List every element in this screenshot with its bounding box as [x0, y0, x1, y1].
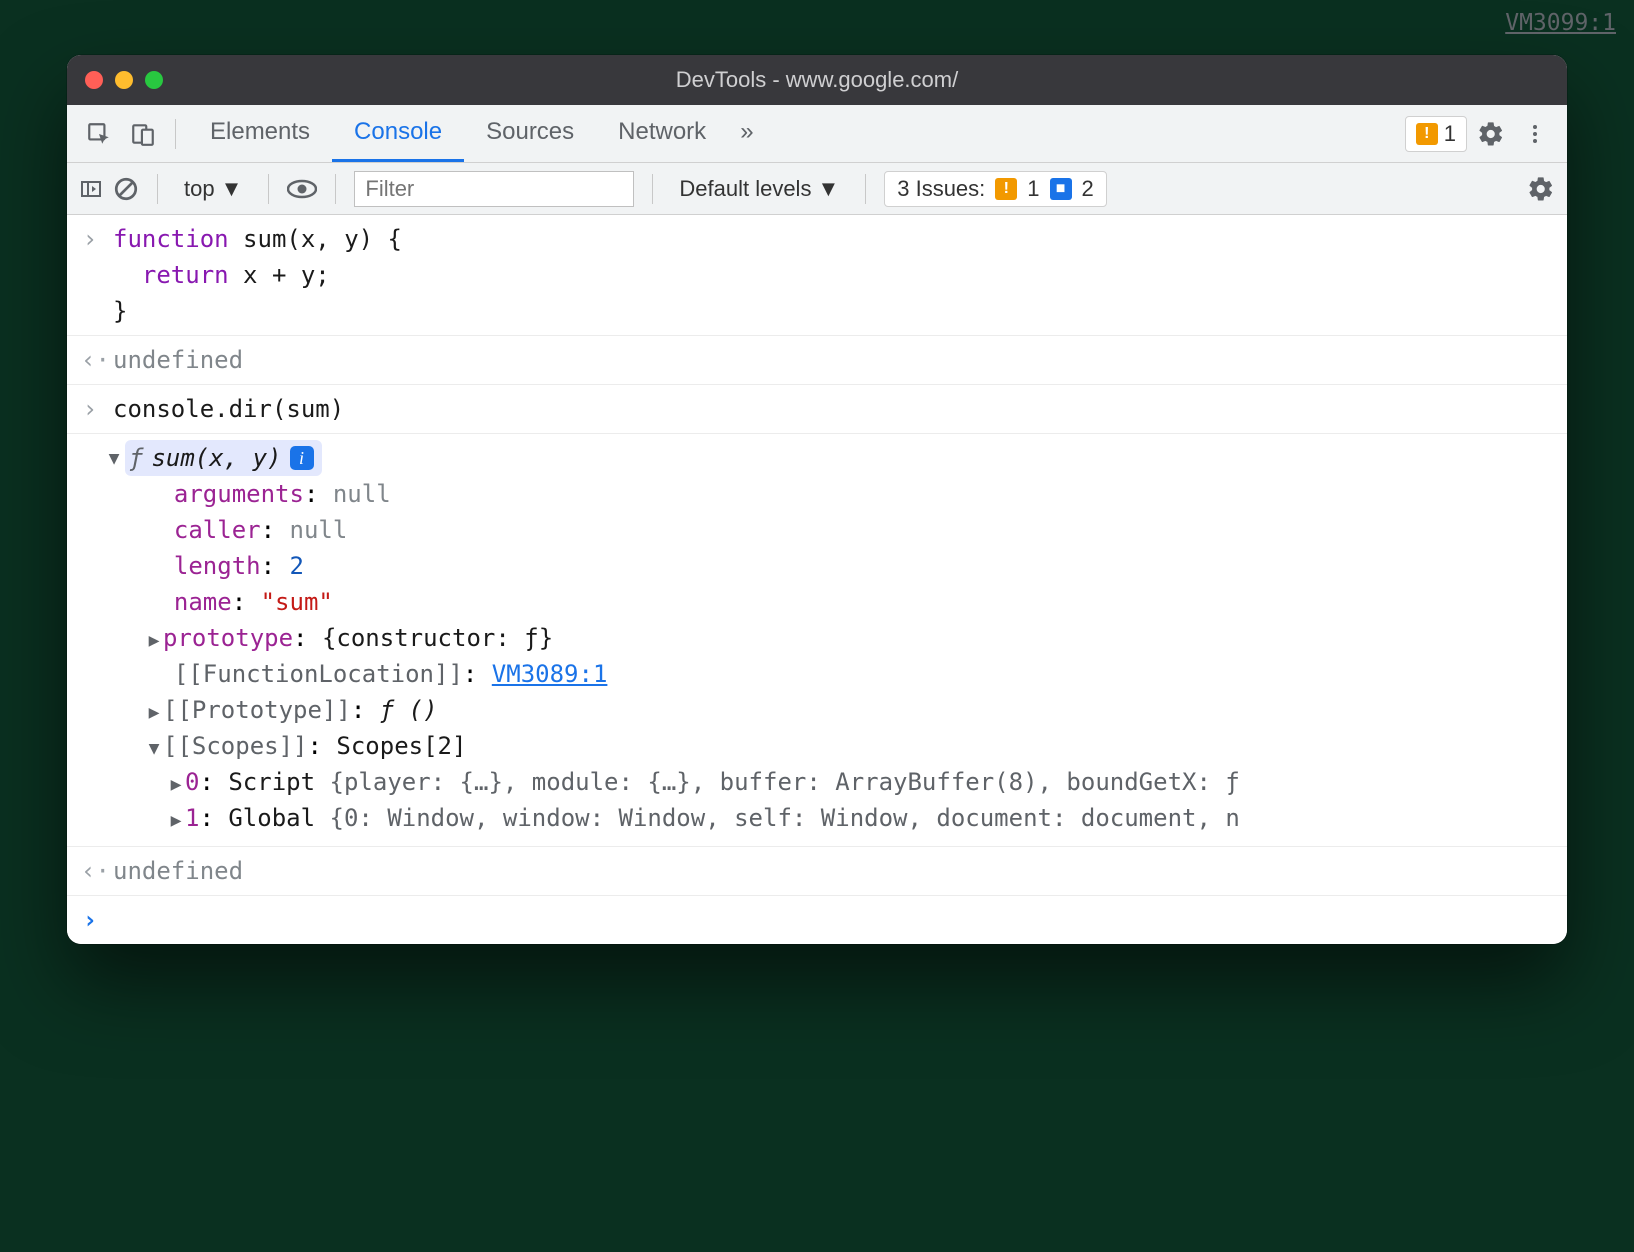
vm-source-link[interactable]: VM3089:1 [492, 660, 608, 688]
window-controls [85, 71, 163, 89]
info-icon: ■ [1050, 178, 1072, 200]
expand-toggle-icon[interactable] [145, 735, 163, 762]
panel-tabs: Elements Console Sources Network » [188, 105, 766, 162]
issues-label: 3 Issues: [897, 176, 985, 202]
console-input-row[interactable]: › console.dir(sum) [67, 385, 1567, 434]
chevron-down-icon: ▼ [221, 176, 243, 202]
function-signature: sum(x, y) [151, 440, 281, 476]
warn-count: 1 [1027, 176, 1039, 202]
filter-input[interactable] [354, 171, 634, 207]
issues-count: 1 [1444, 121, 1456, 147]
expand-toggle-icon[interactable] [145, 627, 163, 654]
window-title: DevTools - www.google.com/ [67, 67, 1567, 93]
property-row[interactable]: prototype: {constructor: ƒ} [145, 620, 1553, 656]
levels-label: Default levels [679, 176, 811, 202]
output-value: undefined [113, 853, 1553, 889]
console-output: › function sum(x, y) { return x + y; } ‹… [67, 215, 1567, 944]
main-toolbar: Elements Console Sources Network » ! 1 [67, 105, 1567, 163]
property-row[interactable]: arguments: null [145, 476, 1553, 512]
expand-toggle-icon[interactable] [167, 771, 185, 798]
expand-toggle-icon[interactable] [167, 807, 185, 834]
more-tabs-button[interactable]: » [728, 105, 765, 162]
subbar-divider [157, 174, 158, 204]
prompt-input[interactable] [113, 902, 1553, 938]
context-selector[interactable]: top ▼ [176, 172, 250, 206]
device-toolbar-icon[interactable] [123, 114, 163, 154]
issues-counter-button[interactable]: ! 1 [1405, 116, 1467, 152]
tab-network[interactable]: Network [596, 105, 728, 162]
kebab-menu-icon[interactable] [1515, 114, 1555, 154]
scopes-list: 0: Script {player: {…}, module: {…}, buf… [167, 764, 1553, 836]
sidebar-toggle-icon[interactable] [79, 177, 103, 201]
clear-console-icon[interactable] [113, 176, 139, 202]
info-count: 2 [1082, 176, 1094, 202]
zoom-window-button[interactable] [145, 71, 163, 89]
output-value: undefined [113, 342, 1553, 378]
close-window-button[interactable] [85, 71, 103, 89]
subbar-divider-2 [268, 174, 269, 204]
scope-row[interactable]: 1: Global {0: Window, window: Window, se… [167, 800, 1553, 836]
tab-console[interactable]: Console [332, 105, 464, 162]
object-header[interactable]: ƒ sum(x, y) i [105, 440, 1553, 476]
property-row[interactable]: [[FunctionLocation]]: VM3089:1 [145, 656, 1553, 692]
toolbar-divider [175, 119, 176, 149]
chevron-down-icon: ▼ [817, 176, 839, 202]
property-row[interactable]: name: "sum" [145, 584, 1553, 620]
tab-elements[interactable]: Elements [188, 105, 332, 162]
subbar-divider-5 [865, 174, 866, 204]
function-glyph: ƒ [129, 440, 143, 476]
console-settings-icon[interactable] [1527, 175, 1555, 203]
context-label: top [184, 176, 215, 202]
property-row[interactable]: [[Prototype]]: ƒ () [145, 692, 1553, 728]
warning-icon: ! [1416, 123, 1438, 145]
expand-toggle-icon[interactable] [105, 445, 123, 472]
property-row[interactable]: length: 2 [145, 548, 1553, 584]
settings-icon[interactable] [1471, 114, 1511, 154]
expand-toggle-icon[interactable] [145, 699, 163, 726]
property-row[interactable]: [[Scopes]]: Scopes[2] [145, 728, 1553, 764]
live-expression-icon[interactable] [287, 179, 317, 199]
tab-sources[interactable]: Sources [464, 105, 596, 162]
console-subbar: top ▼ Default levels ▼ 3 Issues: ! 1 ■ 2 [67, 163, 1567, 215]
subbar-divider-4 [652, 174, 653, 204]
inspect-element-icon[interactable] [79, 114, 119, 154]
minimize-window-button[interactable] [115, 71, 133, 89]
output-chevron-icon: ‹· [81, 853, 99, 889]
console-input-row[interactable]: › function sum(x, y) { return x + y; } [67, 215, 1567, 336]
titlebar: DevTools - www.google.com/ [67, 55, 1567, 105]
scope-row[interactable]: 0: Script {player: {…}, module: {…}, buf… [167, 764, 1553, 800]
console-prompt-row[interactable]: › [67, 896, 1567, 944]
warning-icon: ! [995, 178, 1017, 200]
input-chevron-icon: › [81, 391, 99, 427]
console-output-row: ‹· undefined [67, 847, 1567, 896]
log-levels-selector[interactable]: Default levels ▼ [671, 172, 847, 206]
code-input: console.dir(sum) [113, 391, 1553, 427]
console-output-row: ‹· undefined [67, 336, 1567, 385]
console-dir-output: VM3099:1 ƒ sum(x, y) i arguments: null c… [67, 434, 1567, 847]
input-chevron-icon: › [81, 221, 99, 257]
info-badge-icon[interactable]: i [290, 446, 314, 470]
devtools-window: DevTools - www.google.com/ Elements Cons… [67, 55, 1567, 944]
prompt-chevron-icon: › [81, 902, 99, 938]
code-input: function sum(x, y) { return x + y; } [113, 221, 1553, 329]
object-properties: arguments: null caller: null length: 2 n… [145, 476, 1553, 764]
subbar-divider-3 [335, 174, 336, 204]
issues-summary[interactable]: 3 Issues: ! 1 ■ 2 [884, 171, 1107, 207]
output-chevron-icon: ‹· [81, 342, 99, 378]
property-row[interactable]: caller: null [145, 512, 1553, 548]
